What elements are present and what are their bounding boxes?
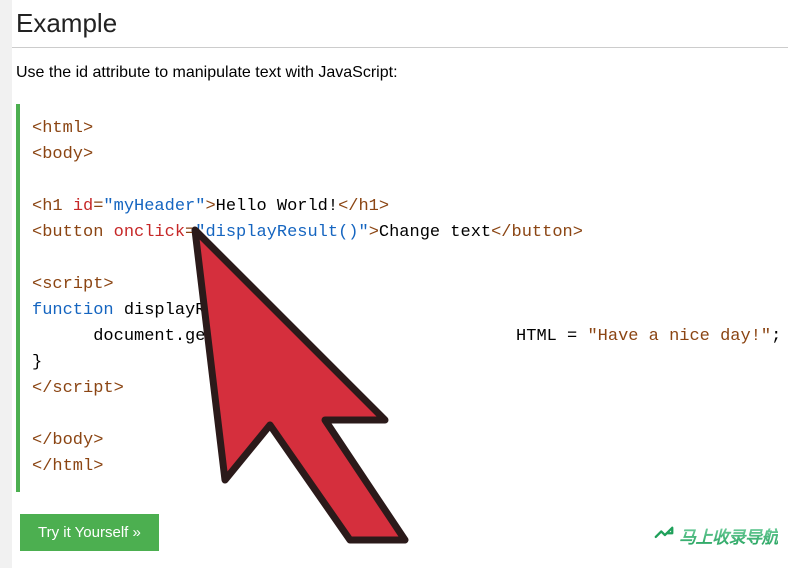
code-tag: > [369,223,379,242]
code-eq: = [93,197,103,216]
code-tag: </button> [491,223,583,242]
code-text: Hello World! [216,197,338,216]
code-tag: <body> [32,145,93,164]
code-attr-value: "displayResult()" [195,223,368,242]
try-it-yourself-button[interactable]: Try it Yourself » [20,514,159,551]
code-tag: </html> [32,457,103,476]
code-tag: <button [32,223,114,242]
code-indent [32,327,93,346]
code-text: displayR [114,301,206,320]
watermark: 马上收录导航 [649,521,782,550]
code-text: document.getEl [93,327,236,346]
code-attr-name: onclick [114,223,185,242]
code-text: ; [771,327,781,346]
watermark-icon [653,525,675,547]
code-tag: <html> [32,119,93,138]
code-attr-name: id [73,197,93,216]
code-text: HTML = [516,327,587,346]
code-tag: </body> [32,431,103,450]
code-tag: </script> [32,379,124,398]
code-brace: } [32,353,42,372]
code-tag: > [205,197,215,216]
watermark-text: 马上收录导航 [679,523,778,548]
code-attr-value: "myHeader" [103,197,205,216]
code-block: <html> <body> <h1 id="myHeader">Hello Wo… [16,104,788,492]
code-tag: <script> [32,275,114,294]
code-string: "Have a nice day!" [587,327,771,346]
code-text: Change text [379,223,491,242]
page-description: Use the id attribute to manipulate text … [12,64,788,82]
code-tag: </h1> [338,197,389,216]
code-tag: <h1 [32,197,73,216]
code-eq: = [185,223,195,242]
code-kw: function [32,301,114,320]
page-title: Example [12,0,788,48]
